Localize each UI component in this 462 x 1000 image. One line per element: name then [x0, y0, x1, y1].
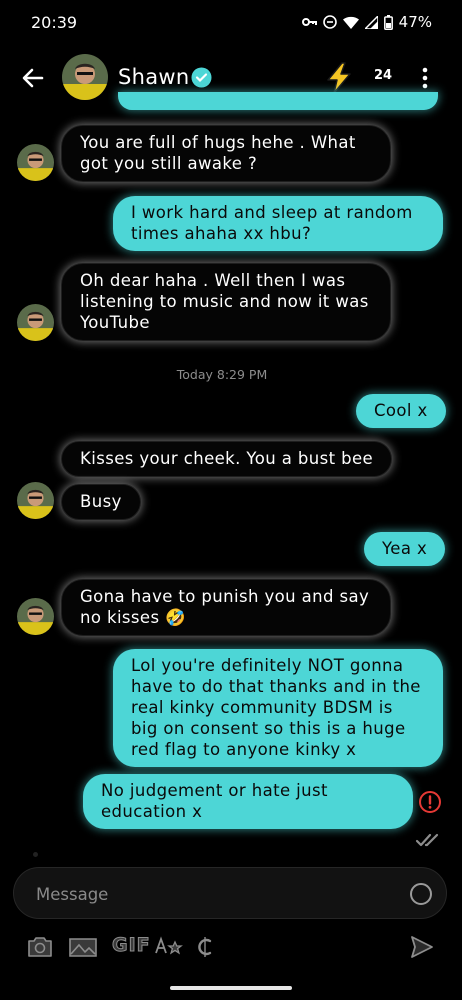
- date-separator: Today 8:29 PM: [176, 367, 268, 382]
- message-input[interactable]: [36, 882, 376, 906]
- sticker-text-icon[interactable]: [153, 934, 183, 960]
- incoming-message[interactable]: Busy: [61, 484, 141, 520]
- outgoing-message[interactable]: Lol you're definitely NOT gonna have to …: [113, 649, 443, 767]
- send-icon[interactable]: [409, 934, 435, 960]
- message-bubble-partial: [118, 92, 438, 110]
- send-error-icon[interactable]: [418, 790, 442, 814]
- message-list[interactable]: You are full of hugs hehe . What got you…: [0, 0, 462, 860]
- gif-button[interactable]: GIF: [112, 934, 151, 957]
- typing-dot: [33, 852, 38, 857]
- outgoing-message[interactable]: No judgement or hate just education x: [83, 774, 413, 829]
- outgoing-message[interactable]: Cool x: [356, 394, 446, 428]
- sender-avatar[interactable]: [17, 144, 54, 181]
- camera-icon[interactable]: [26, 934, 54, 960]
- outgoing-message[interactable]: I work hard and sleep at random times ah…: [113, 196, 443, 251]
- home-indicator[interactable]: [170, 986, 292, 990]
- gallery-icon[interactable]: [68, 934, 98, 960]
- incoming-message[interactable]: Gona have to punish you and say no kisse…: [61, 579, 391, 636]
- voice-record-icon[interactable]: [410, 883, 432, 905]
- incoming-message[interactable]: You are full of hugs hehe . What got you…: [61, 125, 391, 182]
- outgoing-message[interactable]: Yea x: [364, 532, 446, 566]
- composer-toolbar: GIF: [0, 928, 462, 968]
- message-composer: [13, 867, 447, 919]
- sender-avatar[interactable]: [17, 598, 54, 635]
- double-check-icon: [415, 833, 439, 847]
- sender-avatar[interactable]: [17, 304, 54, 341]
- incoming-message[interactable]: Kisses your cheek. You a bust bee: [61, 441, 393, 477]
- incoming-message[interactable]: Oh dear haha . Well then I was listening…: [61, 263, 391, 341]
- sender-avatar[interactable]: [17, 482, 54, 519]
- currency-icon[interactable]: [195, 934, 215, 960]
